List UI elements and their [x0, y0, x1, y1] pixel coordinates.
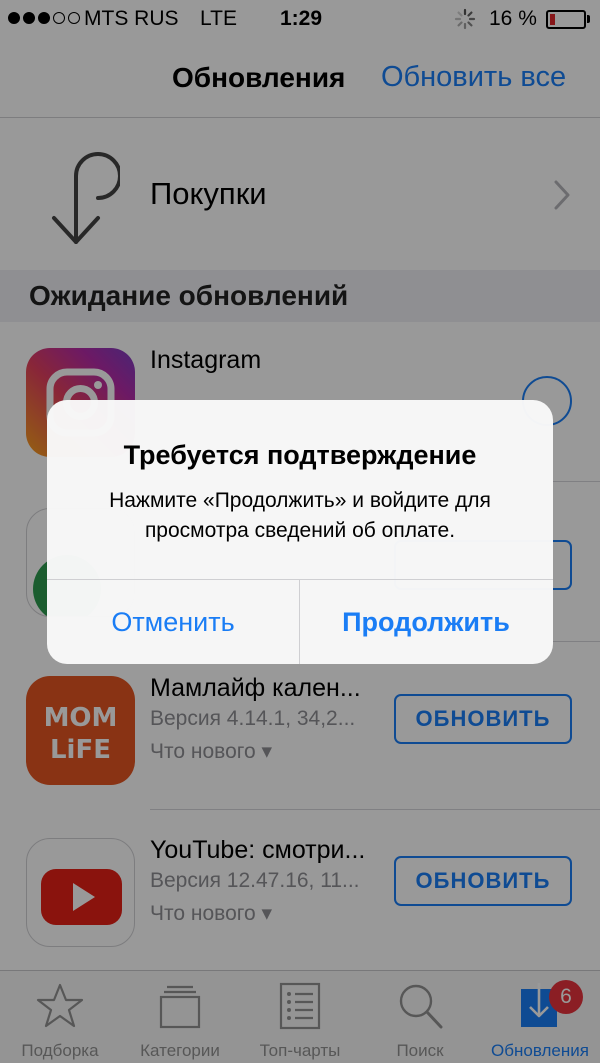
continue-button[interactable]: Продолжить [300, 580, 552, 664]
confirmation-alert: Требуется подтверждение Нажмите «Продолж… [47, 400, 553, 664]
alert-title: Требуется подтверждение [123, 440, 477, 470]
cancel-button[interactable]: Отменить [47, 580, 299, 664]
alert-message: Нажмите «Продолжить» и войдите для просм… [109, 489, 491, 542]
